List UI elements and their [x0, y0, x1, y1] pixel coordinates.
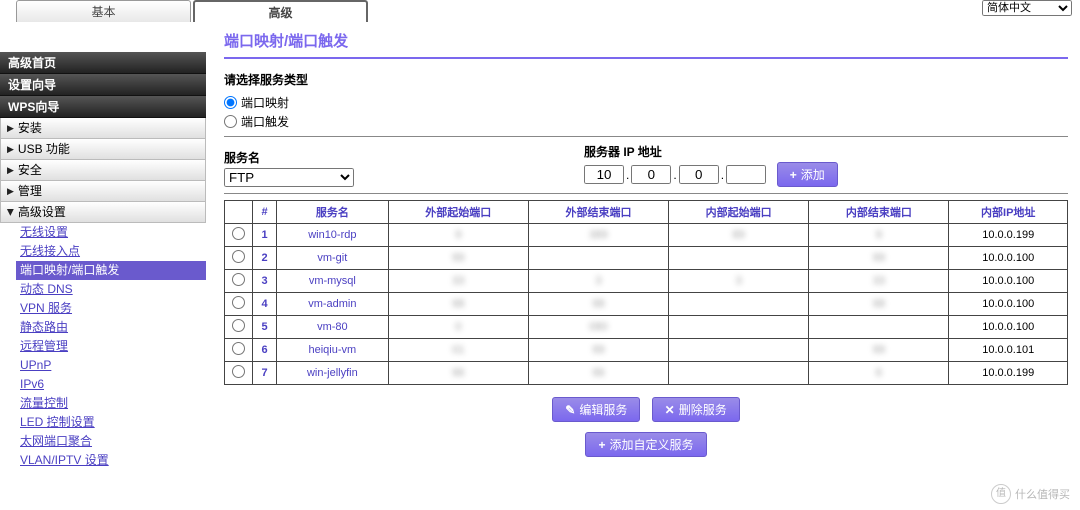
nav-usb[interactable]: ▶USB 功能 [0, 139, 206, 160]
sidebar-sub-item[interactable]: VLAN/IPTV 设置 [20, 451, 206, 470]
row-select-radio[interactable] [232, 250, 245, 263]
table-header: 服务名 [277, 201, 389, 224]
nav-admin[interactable]: ▶管理 [0, 181, 206, 202]
nav-setup-wizard[interactable]: 设置向导 [0, 74, 206, 96]
table-row: 4vm-admin98989810.0.0.100 [225, 293, 1068, 316]
table-row: 7win-jellyfin9696610.0.0.199 [225, 362, 1068, 385]
ip-octet-2[interactable] [631, 165, 671, 184]
table-row: 5vm-80008010.0.0.100 [225, 316, 1068, 339]
sidebar-sub-item[interactable]: 无线接入点 [20, 242, 206, 261]
sidebar-sub-item[interactable]: 端口映射/端口触发 [16, 261, 206, 280]
add-button[interactable]: +添加 [777, 162, 838, 187]
table-header: 外部起始端口 [388, 201, 528, 224]
pencil-icon: ✎ [565, 403, 575, 417]
sidebar-sub-item[interactable]: 无线设置 [20, 223, 206, 242]
sidebar-sub-item[interactable]: IPv6 [20, 375, 206, 394]
delete-service-button[interactable]: ✕删除服务 [652, 397, 740, 422]
sidebar-sub-item[interactable]: 流量控制 [20, 394, 206, 413]
nav-wps-wizard[interactable]: WPS向导 [0, 96, 206, 118]
sidebar-sub-item[interactable]: LED 控制设置 [20, 413, 206, 432]
sidebar-sub-item[interactable]: VPN 服务 [20, 299, 206, 318]
nav-security[interactable]: ▶安全 [0, 160, 206, 181]
ip-octet-3[interactable] [679, 165, 719, 184]
plus-icon: + [598, 438, 605, 452]
select-type-label: 请选择服务类型 [224, 71, 1068, 88]
row-select-radio[interactable] [232, 319, 245, 332]
row-select-radio[interactable] [232, 273, 245, 286]
sidebar-sub-item[interactable]: 太网端口聚合 [20, 432, 206, 451]
table-row: 3vm-mysql33333310.0.0.100 [225, 270, 1068, 293]
sidebar-sub-item[interactable]: 静态路由 [20, 318, 206, 337]
row-select-radio[interactable] [232, 342, 245, 355]
chevron-right-icon: ▶ [7, 184, 14, 199]
page-title: 端口映射/端口触发 [224, 28, 1068, 57]
service-name-select[interactable]: FTP [224, 168, 354, 187]
server-ip-label: 服务器 IP 地址 [584, 143, 838, 160]
table-header: 外部结束端口 [528, 201, 668, 224]
sidebar-sub-item[interactable]: 远程管理 [20, 337, 206, 356]
sidebar-sub-item[interactable]: 动态 DNS [20, 280, 206, 299]
ip-octet-1[interactable] [584, 165, 624, 184]
nav-install[interactable]: ▶安装 [0, 118, 206, 139]
row-select-radio[interactable] [232, 365, 245, 378]
row-select-radio[interactable] [232, 296, 245, 309]
add-custom-service-button[interactable]: +添加自定义服务 [585, 432, 706, 457]
sidebar: 高级首页 设置向导 WPS向导 ▶安装 ▶USB 功能 ▶安全 ▶管理 ▶高级设… [0, 22, 206, 510]
chevron-right-icon: ▶ [7, 121, 14, 136]
chevron-right-icon: ▶ [7, 142, 14, 157]
sidebar-sub-item[interactable]: UPnP [20, 356, 206, 375]
nav-advanced-home[interactable]: 高级首页 [0, 52, 206, 74]
radio-port-forward[interactable] [224, 96, 237, 109]
chevron-right-icon: ▶ [7, 163, 14, 178]
table-row: 6heiqiu-vm01999910.0.0.101 [225, 339, 1068, 362]
port-table: #服务名外部起始端口外部结束端口内部起始端口内部结束端口内部IP地址 1win1… [224, 200, 1068, 385]
language-select[interactable]: 简体中文 [982, 0, 1072, 16]
edit-service-button[interactable]: ✎编辑服务 [552, 397, 640, 422]
radio-port-trigger[interactable] [224, 115, 237, 128]
service-name-label: 服务名 [224, 149, 584, 166]
table-row: 2vm-git999910.0.0.100 [225, 247, 1068, 270]
row-select-radio[interactable] [232, 227, 245, 240]
watermark: 值 什么值得买 [991, 484, 1070, 504]
tab-advanced[interactable]: 高级 [193, 0, 368, 22]
ip-octet-4[interactable] [726, 165, 766, 184]
tab-basic[interactable]: 基本 [16, 0, 191, 22]
table-row: 1win10-rdp938989910.0.0.199 [225, 224, 1068, 247]
table-header: 内部起始端口 [669, 201, 809, 224]
x-icon: ✕ [665, 403, 675, 417]
table-header: # [253, 201, 277, 224]
chevron-down-icon: ▶ [3, 209, 18, 216]
plus-icon: + [790, 168, 797, 182]
table-header [225, 201, 253, 224]
watermark-icon: 值 [991, 484, 1011, 504]
nav-advanced-settings[interactable]: ▶高级设置 [0, 202, 206, 223]
table-header: 内部结束端口 [809, 201, 949, 224]
main-content: 端口映射/端口触发 请选择服务类型 端口映射 端口触发 服务名 FTP 服务器 … [206, 22, 1080, 510]
table-header: 内部IP地址 [949, 201, 1068, 224]
